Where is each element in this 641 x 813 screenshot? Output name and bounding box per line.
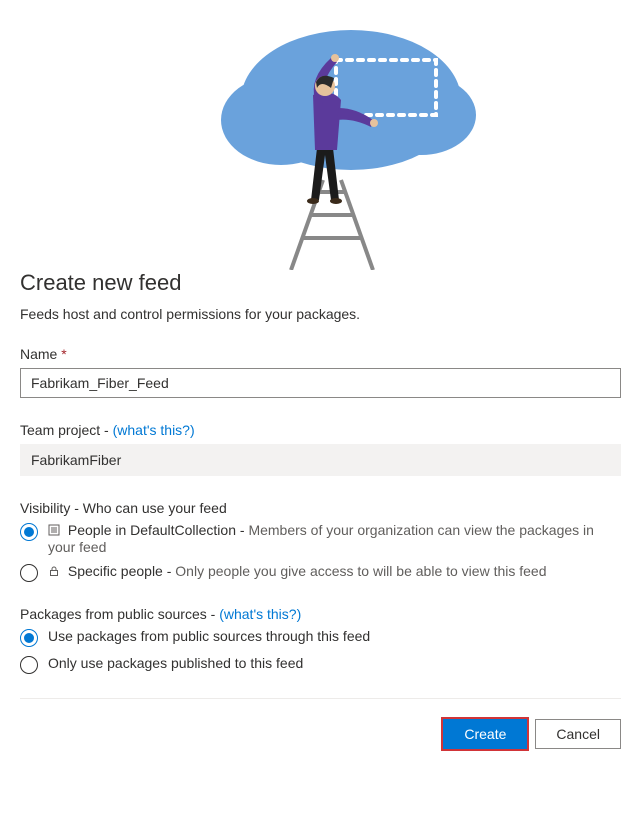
- public-sources-label: Packages from public sources - (what's t…: [20, 606, 621, 622]
- team-project-section: Team project - (what's this?) FabrikamFi…: [20, 422, 621, 476]
- radio-button[interactable]: [20, 656, 38, 674]
- divider: [20, 698, 621, 699]
- team-project-value: FabrikamFiber: [20, 444, 621, 476]
- radio-label: Only use packages published to this feed: [48, 655, 303, 671]
- visibility-label: Visibility - Who can use your feed: [20, 500, 621, 516]
- public-sources-option-only-published[interactable]: Only use packages published to this feed: [20, 655, 621, 674]
- hero-illustration: [20, 0, 621, 270]
- radio-label: Specific people -: [68, 563, 175, 579]
- create-button[interactable]: Create: [443, 719, 527, 749]
- radio-label: Use packages from public sources through…: [48, 628, 370, 644]
- radio-button[interactable]: [20, 523, 38, 541]
- team-project-whats-this-link[interactable]: (what's this?): [113, 422, 195, 438]
- cancel-button[interactable]: Cancel: [535, 719, 621, 749]
- required-marker: *: [61, 346, 66, 362]
- cloud-paint-illustration: [141, 0, 501, 270]
- visibility-section: Visibility - Who can use your feed Peopl…: [20, 500, 621, 582]
- visibility-option-specific[interactable]: Specific people - Only people you give a…: [20, 563, 621, 582]
- visibility-option-collection[interactable]: People in DefaultCollection - Members of…: [20, 522, 621, 555]
- name-label: Name *: [20, 346, 621, 362]
- lock-icon: [48, 564, 62, 580]
- radio-hint: Only people you give access to will be a…: [175, 563, 546, 579]
- name-section: Name *: [20, 346, 621, 398]
- radio-button[interactable]: [20, 629, 38, 647]
- page-title: Create new feed: [20, 270, 621, 296]
- public-sources-whats-this-link[interactable]: (what's this?): [219, 606, 301, 622]
- radio-label: People in DefaultCollection -: [68, 522, 249, 538]
- team-project-label: Team project - (what's this?): [20, 422, 621, 438]
- public-sources-section: Packages from public sources - (what's t…: [20, 606, 621, 674]
- name-input[interactable]: [20, 368, 621, 398]
- radio-button[interactable]: [20, 564, 38, 582]
- page-subtitle: Feeds host and control permissions for y…: [20, 306, 621, 322]
- organization-icon: [48, 523, 62, 539]
- button-row: Create Cancel: [20, 719, 621, 749]
- public-sources-option-use[interactable]: Use packages from public sources through…: [20, 628, 621, 647]
